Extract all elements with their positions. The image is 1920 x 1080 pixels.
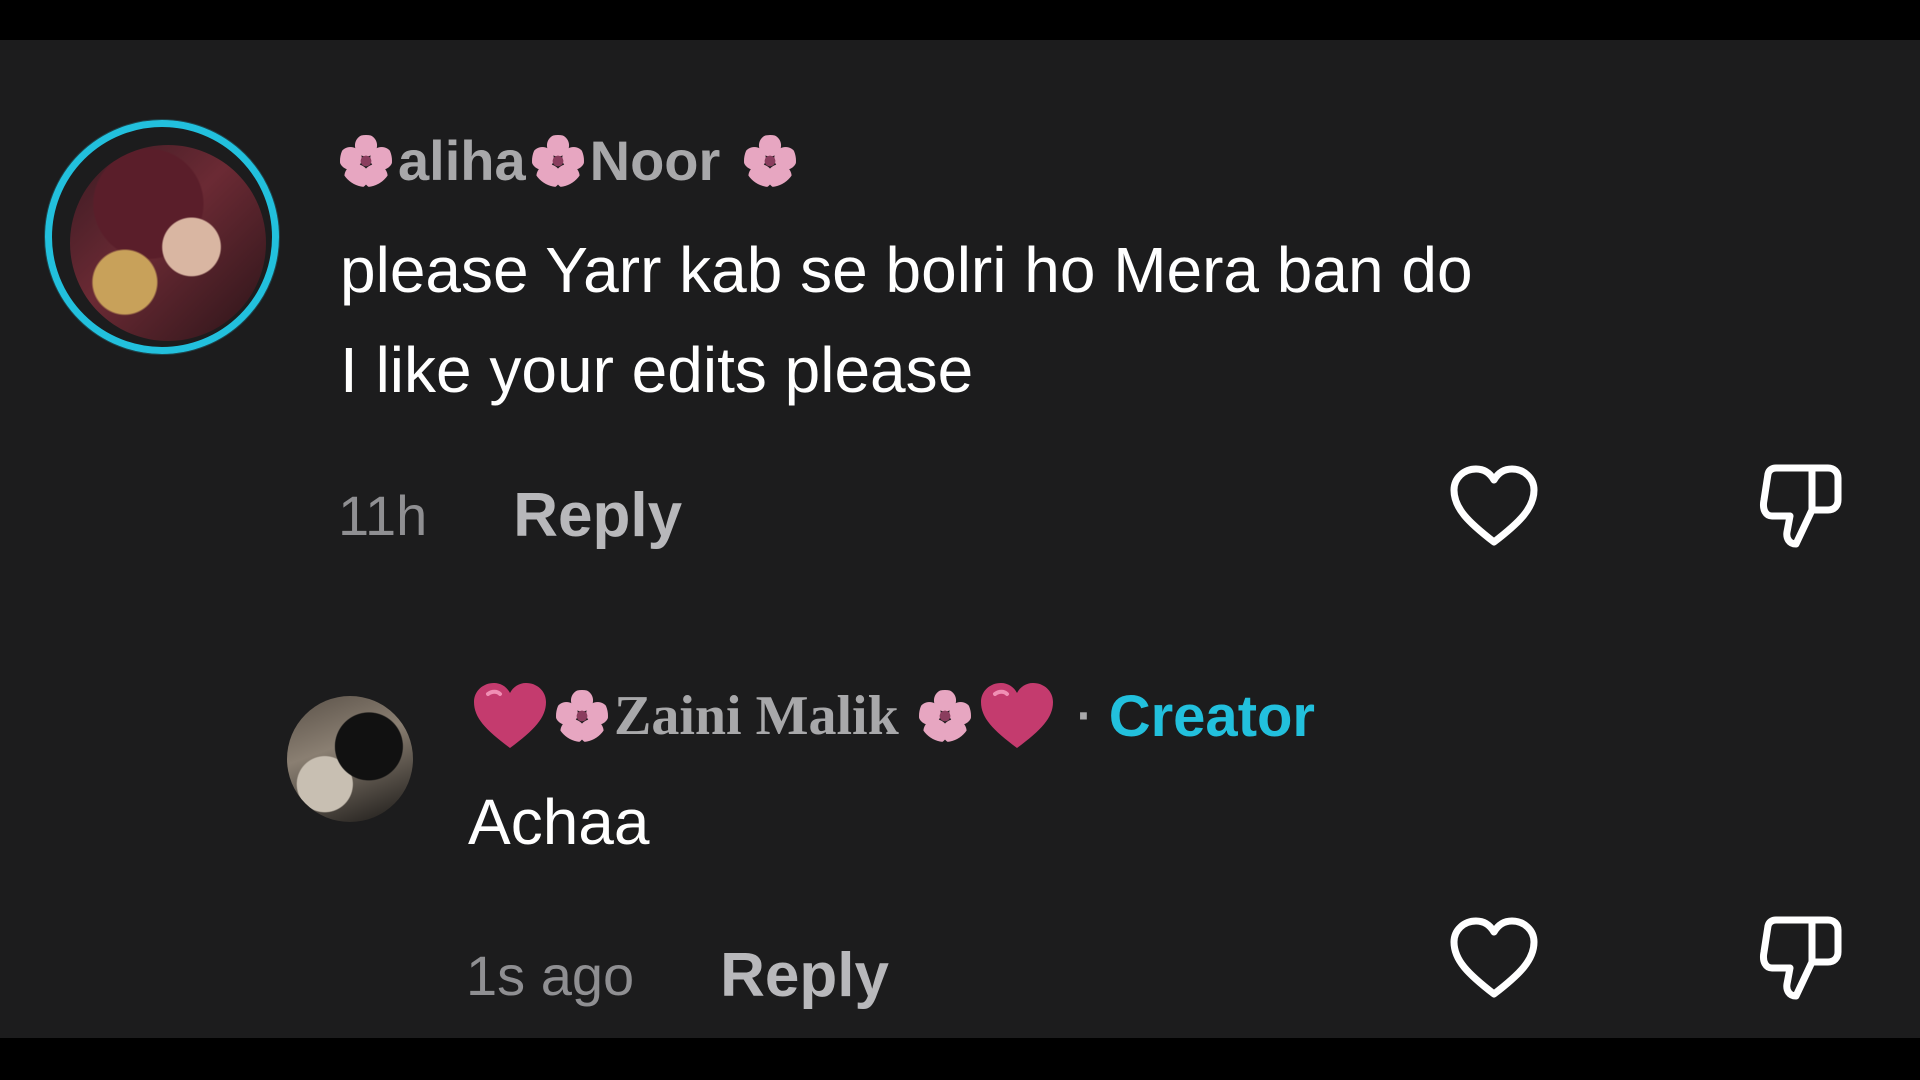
comment-meta: 11h Reply bbox=[338, 480, 682, 551]
pink-heart-icon bbox=[980, 683, 1053, 748]
comment-text-line-2: I like your edits please bbox=[340, 334, 974, 406]
reply-author-name[interactable]: Zaini Malik · Creator bbox=[470, 680, 1315, 752]
cherry-blossom-icon bbox=[531, 134, 584, 187]
creator-badge: Creator bbox=[1108, 683, 1316, 749]
cherry-blossom-icon bbox=[340, 134, 392, 187]
comment-author-name[interactable]: aliha Noor bbox=[340, 128, 797, 193]
reply-text: Achaa bbox=[468, 786, 650, 858]
heart-outline-icon bbox=[1450, 465, 1538, 546]
thumbs-down-outline-icon bbox=[1760, 916, 1842, 1000]
avatar[interactable] bbox=[70, 145, 266, 341]
reply-avatar[interactable] bbox=[287, 696, 413, 822]
separator-dot: · bbox=[1076, 689, 1093, 743]
comments-panel bbox=[0, 40, 1920, 1038]
reply-like-button[interactable] bbox=[1446, 910, 1542, 1006]
comment-body: please Yarr kab se bolri ho Mera ban do … bbox=[340, 220, 1880, 420]
reply-timestamp: 1s ago bbox=[466, 944, 635, 1007]
dislike-button[interactable] bbox=[1752, 458, 1848, 554]
cherry-blossom-icon bbox=[744, 134, 797, 187]
author-name-part-2: Noor bbox=[589, 129, 721, 192]
reply-to-reply-button[interactable]: Reply bbox=[720, 940, 889, 1011]
thumbs-down-outline-icon bbox=[1760, 464, 1842, 548]
reply-meta: 1s ago Reply bbox=[466, 940, 889, 1011]
cherry-blossom-icon bbox=[556, 690, 608, 742]
reply-button[interactable]: Reply bbox=[513, 480, 682, 551]
reply-author-name-text: Zaini Malik bbox=[614, 685, 899, 747]
like-button[interactable] bbox=[1446, 458, 1542, 554]
pink-heart-icon bbox=[474, 683, 546, 748]
author-name-part-1: aliha bbox=[398, 129, 526, 192]
reply-dislike-button[interactable] bbox=[1752, 910, 1848, 1006]
heart-outline-icon bbox=[1450, 917, 1538, 998]
comment-timestamp: 11h bbox=[338, 484, 428, 547]
comment-text-line-1: please Yarr kab se bolri ho Mera ban do bbox=[340, 234, 1473, 306]
cherry-blossom-icon bbox=[918, 690, 971, 742]
